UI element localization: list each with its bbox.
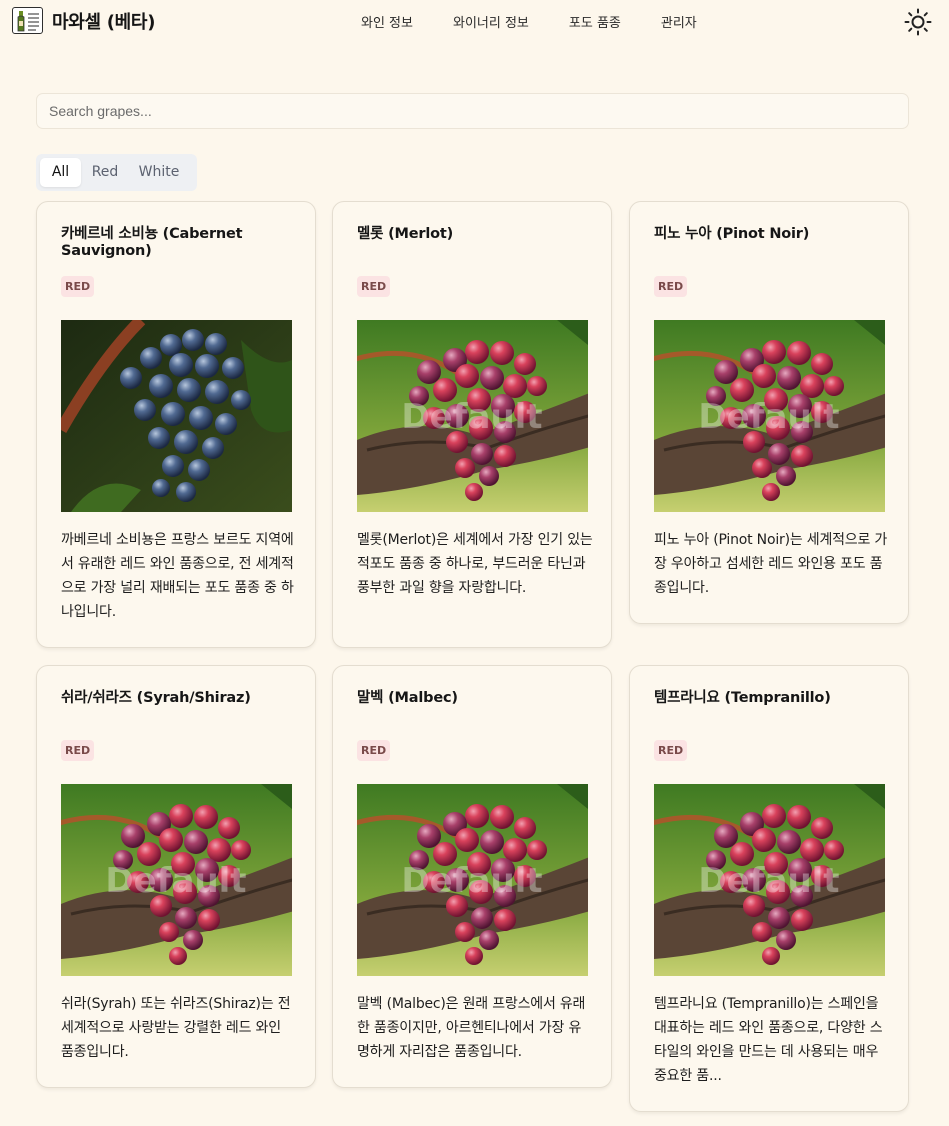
grape-card-description: 말벡 (Malbec)은 원래 프랑스에서 유래한 품종이지만, 아르헨티나에서… [357,996,586,1060]
grape-card-description: 까베르네 소비뇽은 프랑스 보르도 지역에서 유래한 레드 와인 품종으로, 전… [61,532,294,620]
grape-card-tempranillo[interactable]: 템프라니요 (Tempranillo) RED 템프라니요 (Tempranil… [629,665,909,1112]
grape-type-badge: RED [357,740,391,761]
grape-card-title: 피노 누아 (Pinot Noir) [654,226,810,242]
main-nav: 와인 정보 와이너리 정보 포도 품종 관리자 [361,12,697,31]
grape-type-badge: RED [61,276,95,297]
grape-card-title: 카베르네 소비뇽 (Cabernet Sauvignon) [61,226,243,259]
wine-bottle-icon [12,7,43,34]
grape-image [654,784,885,976]
sun-icon [904,8,932,36]
grape-card-merlot[interactable]: 멜롯 (Merlot) RED 멜롯(Merlot)은 세계에서 가장 인기 있… [332,201,612,648]
grape-card-title: 템프라니요 (Tempranillo) [654,690,831,706]
tab-red[interactable]: Red [81,158,129,187]
grape-image [357,784,588,976]
grape-type-badge: RED [654,740,688,761]
grape-image [61,320,292,512]
type-filter-tabs: All Red White [36,154,197,191]
grape-card-title: 말벡 (Malbec) [357,690,458,706]
nav-winery-info[interactable]: 와이너리 정보 [453,12,529,31]
grape-type-badge: RED [61,740,95,761]
grape-card-syrah[interactable]: 쉬라/쉬라즈 (Syrah/Shiraz) RED 쉬라(Syrah) 또는 쉬… [36,665,316,1088]
nav-admin[interactable]: 관리자 [661,12,697,31]
tab-white[interactable]: White [129,158,189,187]
grape-image [654,320,885,512]
grape-card-title: 멜롯 (Merlot) [357,226,454,242]
nav-grape-varieties[interactable]: 포도 품종 [569,12,621,31]
grape-image [357,320,588,512]
search-input[interactable] [36,93,909,129]
app-title: 마와셀 (베타) [52,11,156,33]
grape-type-badge: RED [654,276,688,297]
theme-toggle-button[interactable] [903,7,933,37]
grape-card-pinot-noir[interactable]: 피노 누아 (Pinot Noir) RED 피노 누아 (Pinot Noir… [629,201,909,624]
grape-card-title: 쉬라/쉬라즈 (Syrah/Shiraz) [61,690,251,706]
grape-card-description: 멜롯(Merlot)은 세계에서 가장 인기 있는 적포도 품종 중 하나로, … [357,532,593,596]
grape-card-description: 쉬라(Syrah) 또는 쉬라즈(Shiraz)는 전 세계적으로 사랑받는 강… [61,996,291,1060]
nav-wine-info[interactable]: 와인 정보 [361,12,413,31]
grape-card-description: 피노 누아 (Pinot Noir)는 세계적으로 가장 우아하고 섬세한 레드… [654,532,888,596]
tab-all[interactable]: All [40,158,81,187]
grape-card-cabernet-sauvignon[interactable]: 카베르네 소비뇽 (Cabernet Sauvignon) RED 까베르네 소… [36,201,316,648]
top-header: 마와셀 (베타) 와인 정보 와이너리 정보 포도 품종 관리자 [0,0,949,44]
grape-card-malbec[interactable]: 말벡 (Malbec) RED 말벡 (Malbec)은 원래 프랑스에서 유래… [332,665,612,1088]
grape-card-description: 템프라니요 (Tempranillo)는 스페인을 대표하는 레드 와인 품종으… [654,996,883,1084]
grape-image [61,784,292,976]
grape-type-badge: RED [357,276,391,297]
home-logo-link[interactable]: 마와셀 (베타) [12,7,155,34]
